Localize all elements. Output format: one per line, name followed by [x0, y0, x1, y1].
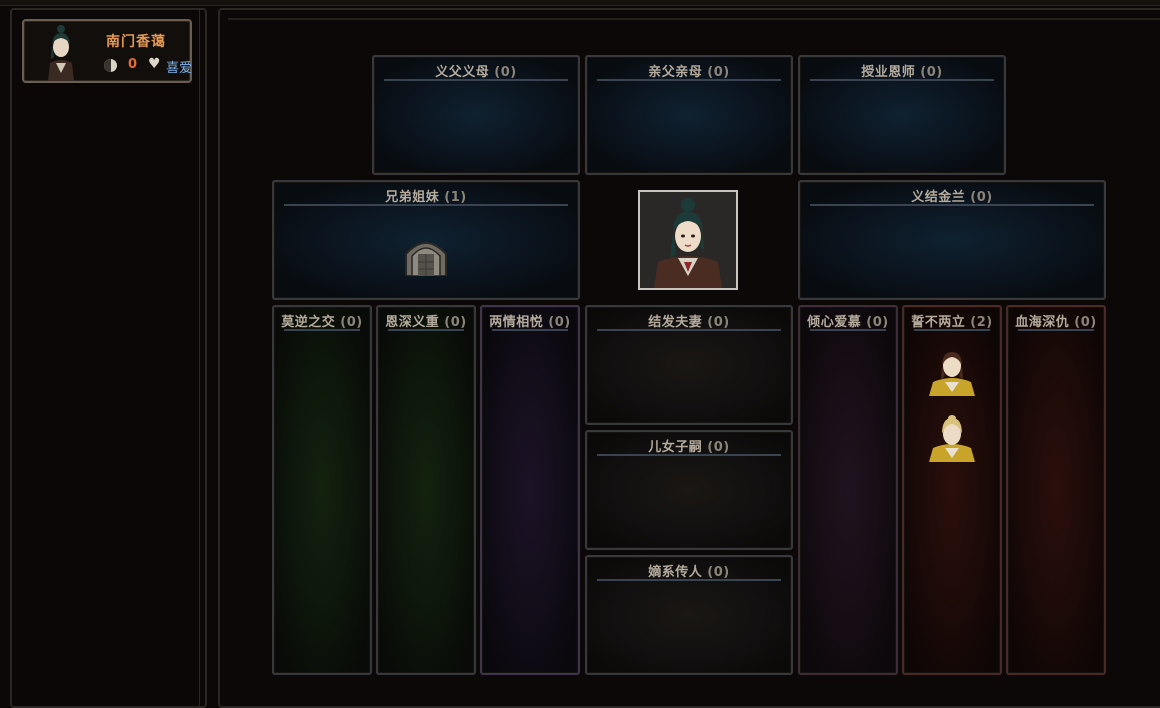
- yin-yang-icon: [104, 59, 117, 72]
- slot-label: 血海深仇: [1015, 315, 1070, 330]
- enemy-portrait[interactable]: [925, 412, 979, 462]
- slot-count: (0): [970, 190, 993, 205]
- slot-count: (0): [548, 315, 571, 330]
- character-portrait[interactable]: [638, 190, 738, 290]
- slot-label: 结发夫妻: [648, 315, 703, 330]
- gate-icon[interactable]: [402, 236, 450, 277]
- slot-adoptive-parents[interactable]: 义父义母 (0): [372, 55, 580, 175]
- slot-heirs[interactable]: 嫡系传人 (0): [585, 555, 793, 675]
- slot-count: (0): [444, 315, 467, 330]
- slot-count: (0): [1074, 315, 1097, 330]
- slot-count: (0): [707, 565, 730, 580]
- slot-count: (2): [970, 315, 993, 330]
- slot-label: 儿女子嗣: [648, 440, 703, 455]
- slot-label: 誓不两立: [911, 315, 966, 330]
- title-rule: [388, 329, 464, 331]
- title-rule: [1018, 329, 1094, 331]
- slot-label: 两情相悦: [489, 315, 544, 330]
- enemy-portrait[interactable]: [925, 346, 979, 396]
- title-rule: [284, 204, 568, 206]
- stat-value: 0: [128, 57, 138, 72]
- slot-count: (0): [707, 440, 730, 455]
- slot-label: 嫡系传人: [648, 565, 703, 580]
- slot-mentor[interactable]: 授业恩师 (0): [798, 55, 1006, 175]
- slot-sworn-siblings[interactable]: 义结金兰 (0): [798, 180, 1106, 300]
- slot-spouse[interactable]: 结发夫妻 (0): [585, 305, 793, 425]
- title-rule: [810, 79, 994, 81]
- character-stats: 0 ♥ 喜爱: [82, 56, 193, 76]
- slot-label: 倾心爱慕: [807, 315, 862, 330]
- title-rule: [810, 204, 1094, 206]
- slot-label: 恩深义重: [385, 315, 440, 330]
- character-list-sidebar: [10, 8, 207, 708]
- slot-admiration[interactable]: 倾心爱慕 (0): [798, 305, 898, 675]
- slot-label: 义父义母: [435, 65, 490, 80]
- slot-label: 亲父亲母: [648, 65, 703, 80]
- slot-count: (0): [707, 315, 730, 330]
- top-strip: [0, 0, 1160, 6]
- slot-count: (0): [866, 315, 889, 330]
- slot-label: 兄弟姐妹: [385, 190, 440, 205]
- slot-count: (0): [707, 65, 730, 80]
- slot-mutual-love[interactable]: 两情相悦 (0): [480, 305, 580, 675]
- slot-blood-feud[interactable]: 血海深仇 (0): [1006, 305, 1106, 675]
- slot-close-friends[interactable]: 莫逆之交 (0): [272, 305, 372, 675]
- slot-count: (1): [444, 190, 467, 205]
- title-rule: [597, 579, 781, 581]
- slot-label: 授业恩师: [861, 65, 916, 80]
- character-name: 南门香蔼: [106, 34, 166, 50]
- title-rule: [914, 329, 990, 331]
- title-rule: [384, 79, 568, 81]
- slot-birth-parents[interactable]: 亲父亲母 (0): [585, 55, 793, 175]
- slot-count: (0): [494, 65, 517, 80]
- title-rule: [284, 329, 360, 331]
- slot-deep-gratitude[interactable]: 恩深义重 (0): [376, 305, 476, 675]
- character-avatar: [38, 23, 84, 81]
- sidebar-divider: [199, 8, 206, 708]
- title-rule: [492, 329, 568, 331]
- slot-label: 莫逆之交: [281, 315, 336, 330]
- character-card[interactable]: 南门香蔼 0 ♥ 喜爱: [22, 19, 192, 83]
- title-rule: [810, 329, 886, 331]
- title-rule: [597, 329, 781, 331]
- slot-count: (0): [340, 315, 363, 330]
- slot-children[interactable]: 儿女子嗣 (0): [585, 430, 793, 550]
- heart-icon: ♥: [148, 56, 161, 72]
- main-top-edge: [228, 18, 1160, 20]
- slot-label: 义结金兰: [911, 190, 966, 205]
- title-rule: [597, 454, 781, 456]
- favor-label: 喜爱: [166, 61, 193, 76]
- title-rule: [597, 79, 781, 81]
- slot-count: (0): [920, 65, 943, 80]
